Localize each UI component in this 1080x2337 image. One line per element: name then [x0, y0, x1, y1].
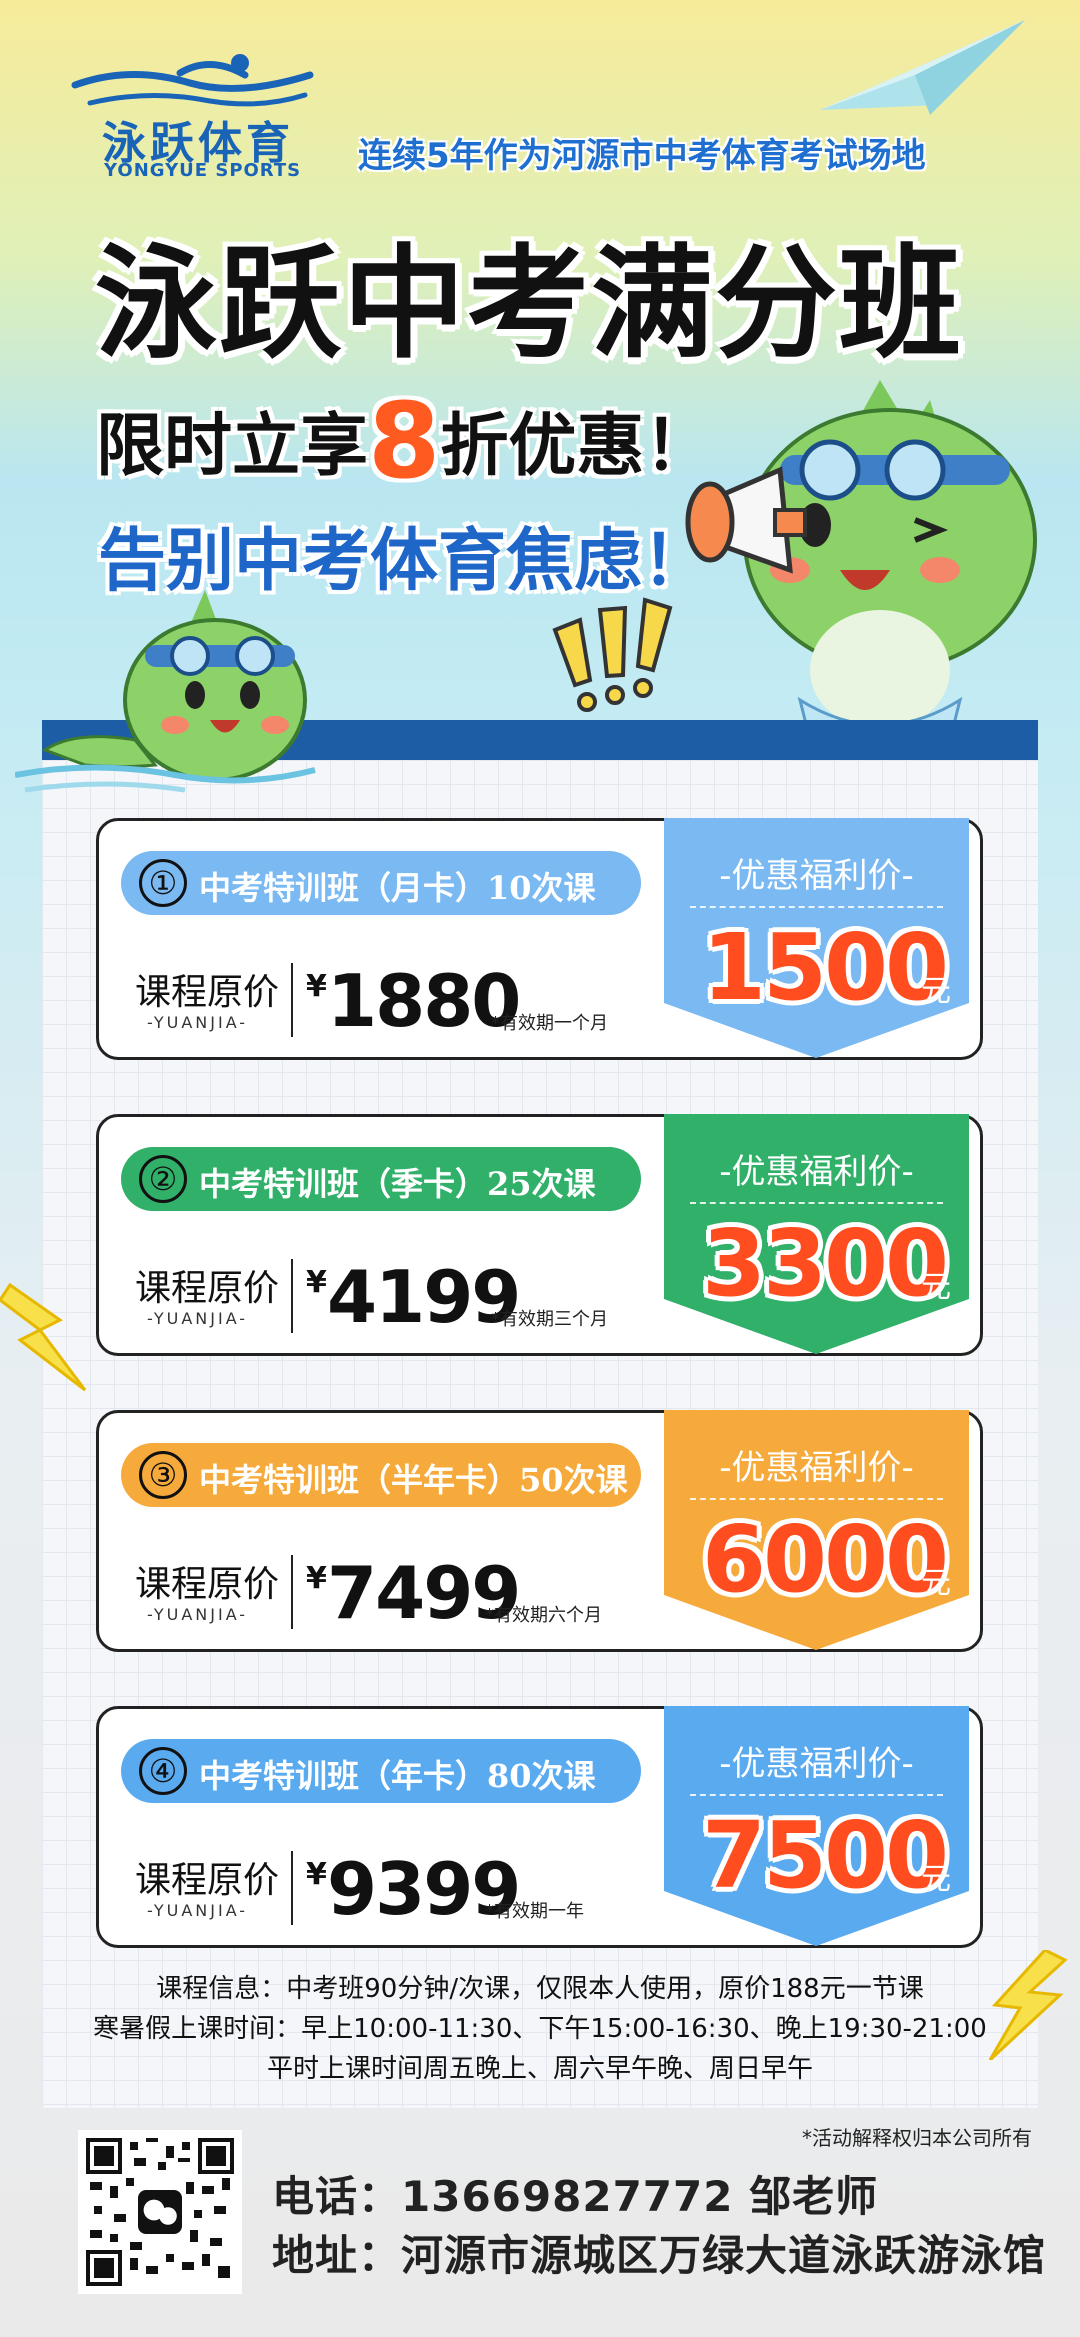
course-card-annual[interactable]: ④ 中考特训班（年卡）80次课 课程原价 -YUANJIA- ¥ 9399 *有… [96, 1706, 983, 1948]
validity-note: *有效期一年 [485, 1901, 584, 1922]
course-name-pill: ③ 中考特训班（半年卡）50次课 [121, 1443, 641, 1507]
course-card-monthly[interactable]: ① 中考特训班（月卡）10次课 课程原价 -YUANJIA- ¥ 1880 *有… [96, 818, 983, 1060]
currency-symbol: ¥ [306, 1857, 327, 1892]
sale-price: 7500 [702, 1802, 949, 1909]
price-unit: 元 [921, 1270, 951, 1305]
currency-symbol: ¥ [306, 969, 327, 1004]
sale-price-tag: -优惠福利价- 7500 元 [664, 1706, 969, 1946]
currency-symbol: ¥ [306, 1265, 327, 1300]
divider [291, 963, 293, 1037]
dinosaur-megaphone-icon [685, 380, 1037, 754]
original-price-sublabel: -YUANJIA- [147, 1309, 249, 1328]
paper-plane-icon [820, 20, 1025, 115]
divider [690, 1794, 943, 1796]
sale-price-label: -优惠福利价- [719, 856, 914, 896]
contact-phone: 电话：13669827772 邹老师 [272, 2172, 879, 2221]
exclamation-icon [552, 597, 673, 712]
promo-prefix: 限时立享 [96, 407, 369, 486]
lightning-icon [0, 1282, 87, 1392]
brand-name-en: YONGYUE SPORTS [104, 160, 302, 181]
original-price-label: 课程原价 [135, 1564, 280, 1605]
course-card-quarterly[interactable]: ② 中考特训班（季卡）25次课 课程原价 -YUANJIA- ¥ 4199 *有… [96, 1114, 983, 1356]
sale-price-tag: -优惠福利价- 3300 元 [664, 1114, 969, 1354]
promo-suffix: 折优惠！ [440, 407, 713, 486]
course-name: 中考特训班（年卡）80次课 [199, 1757, 596, 1795]
swimming-dinosaur-icon [15, 590, 316, 793]
original-price-sublabel: -YUANJIA- [147, 1013, 249, 1032]
slogan: 连续5年作为河源市中考体育考试场地 [358, 136, 926, 176]
price-unit: 元 [921, 1566, 951, 1601]
course-number: ① [139, 859, 187, 907]
swimmer-logo-icon [71, 54, 314, 107]
divider [291, 1555, 293, 1629]
original-price-sublabel: -YUANJIA- [147, 1605, 249, 1624]
original-price-label: 课程原价 [135, 972, 280, 1013]
validity-note: *有效期三个月 [491, 1309, 608, 1330]
course-info: 课程信息：中考班90分钟/次课，仅限本人使用，原价188元一节课 [156, 1974, 924, 2004]
course-name-pill: ① 中考特训班（月卡）10次课 [121, 851, 641, 915]
course-card-half-year[interactable]: ③ 中考特训班（半年卡）50次课 课程原价 -YUANJIA- ¥ 7499 *… [96, 1410, 983, 1652]
currency-symbol: ¥ [306, 1561, 327, 1596]
price-unit: 元 [921, 974, 951, 1009]
validity-note: *有效期一个月 [491, 1013, 608, 1034]
sale-price-label: -优惠福利价- [719, 1152, 914, 1192]
promo-banner: 限时立享8折优惠！ [96, 380, 712, 502]
sale-price-tag: -优惠福利价- 1500 元 [664, 818, 969, 1058]
sale-price-label: -优惠福利价- [719, 1744, 914, 1784]
original-price-sublabel: -YUANJIA- [147, 1901, 249, 1920]
sale-price: 3300 [702, 1210, 949, 1317]
sale-price-tag: -优惠福利价- 6000 元 [664, 1410, 969, 1650]
course-name-pill: ② 中考特训班（季卡）25次课 [121, 1147, 641, 1211]
validity-note: *有效期六个月 [485, 1605, 602, 1626]
regular-schedule: 平时上课时间周五晚上、周六早午晚、周日早午 [266, 2054, 813, 2084]
sale-price-label: -优惠福利价- [719, 1448, 914, 1488]
divider [690, 1202, 943, 1204]
original-price-label: 课程原价 [135, 1268, 280, 1309]
promo-discount: 8 [368, 380, 441, 502]
disclaimer: *活动解释权归本公司所有 [802, 2126, 1032, 2150]
original-price-label: 课程原价 [135, 1860, 280, 1901]
qr-code-icon [86, 2138, 234, 2286]
course-name: 中考特训班（季卡）25次课 [199, 1165, 596, 1203]
divider [690, 1498, 943, 1500]
course-number: ② [139, 1155, 187, 1203]
page-title: 泳跃中考满分班 [95, 233, 963, 375]
contact-address: 地址：河源市源城区万绿大道泳跃游泳馆 [272, 2231, 1047, 2280]
course-name: 中考特训班（月卡）10次课 [199, 869, 596, 907]
divider [291, 1851, 293, 1925]
course-number: ③ [139, 1451, 187, 1499]
sale-price: 1500 [702, 914, 949, 1021]
holiday-schedule: 寒暑假上课时间：早上10:00-11:30、下午15:00-16:30、晚上19… [93, 2014, 987, 2044]
brand-logo: 泳跃体育 YONGYUE SPORTS [70, 45, 330, 185]
divider [690, 906, 943, 908]
wechat-qr-code[interactable] [78, 2130, 242, 2294]
course-name-pill: ④ 中考特训班（年卡）80次课 [121, 1739, 641, 1803]
sale-price: 6000 [702, 1506, 949, 1613]
divider [291, 1259, 293, 1333]
course-number: ④ [139, 1747, 187, 1795]
course-name: 中考特训班（半年卡）50次课 [199, 1461, 628, 1499]
price-unit: 元 [921, 1862, 951, 1897]
